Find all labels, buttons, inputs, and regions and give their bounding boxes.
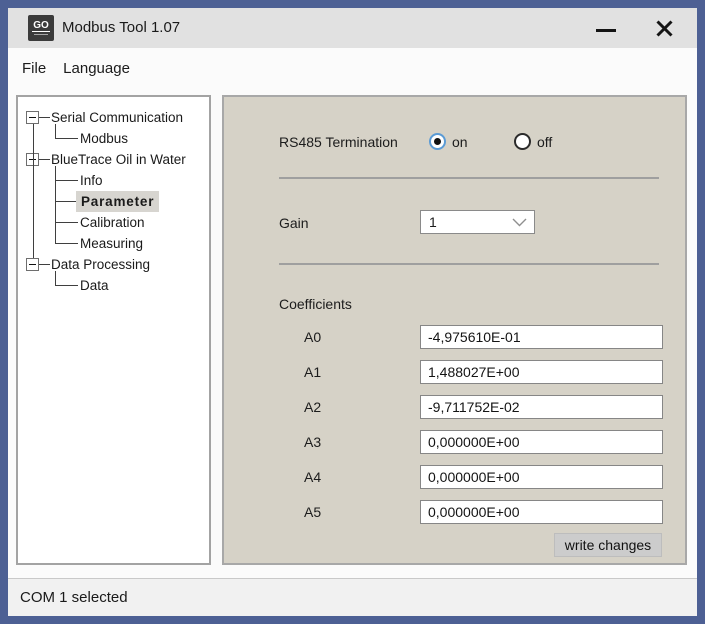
coef-input-a3[interactable] — [420, 430, 663, 454]
tree-item-data-processing[interactable]: Data Processing — [51, 254, 150, 275]
tree-connector-line — [55, 180, 78, 181]
close-icon — [655, 19, 673, 37]
menubar: File Language — [8, 48, 697, 88]
close-button[interactable] — [642, 8, 686, 48]
tree-item-serial-communication[interactable]: Serial Communication — [51, 107, 183, 128]
tree: Serial Communication Modbus BlueTrace Oil … — [18, 97, 209, 563]
tree-item-bluetrace-oil-in-water[interactable]: BlueTrace Oil in Water — [51, 149, 186, 170]
minus-icon — [29, 264, 36, 265]
tree-expander-data-processing[interactable] — [26, 258, 39, 271]
app-logo-icon: GO — [28, 15, 54, 41]
minimize-icon — [596, 28, 616, 32]
minus-icon — [29, 117, 36, 118]
navigation-tree-panel: Serial Communication Modbus BlueTrace Oil … — [16, 95, 211, 565]
tree-connector-line — [55, 271, 56, 285]
tree-connector-line — [55, 222, 78, 223]
coef-input-a5[interactable] — [420, 500, 663, 524]
coef-label-a4: A4 — [304, 469, 322, 485]
coef-input-a4[interactable] — [420, 465, 663, 489]
coef-input-a1[interactable] — [420, 360, 663, 384]
write-changes-button[interactable]: write changes — [554, 533, 662, 557]
menu-file[interactable]: File — [20, 58, 48, 79]
coef-label-a3: A3 — [304, 434, 322, 450]
tree-item-data[interactable]: Data — [80, 275, 109, 296]
tree-item-calibration[interactable]: Calibration — [80, 212, 145, 233]
tree-connector-line — [39, 159, 50, 160]
app-window: GO Modbus Tool 1.07 File Language Serial… — [0, 0, 705, 624]
tree-item-modbus[interactable]: Modbus — [80, 128, 128, 149]
coef-label-a2: A2 — [304, 399, 322, 415]
tree-item-measuring[interactable]: Measuring — [80, 233, 143, 254]
parameter-panel: RS485 Termination on off Gain 1 Coeffici… — [222, 95, 687, 565]
coefficients-list: A0 A1 A2 A3 A4 A5 — [224, 97, 685, 563]
tree-item-parameter[interactable]: Parameter — [76, 191, 160, 212]
coef-label-a5: A5 — [304, 504, 322, 520]
app-logo-text: GO — [32, 19, 50, 33]
tree-connector-line — [55, 285, 78, 286]
status-bar: COM 1 selected — [8, 578, 697, 616]
tree-connector-line — [55, 166, 56, 243]
tree-connector-line — [55, 201, 78, 202]
tree-item-info[interactable]: Info — [80, 170, 103, 191]
coef-input-a0[interactable] — [420, 325, 663, 349]
coef-label-a1: A1 — [304, 364, 322, 380]
tree-connector-line — [39, 117, 50, 118]
tree-expander-serial-communication[interactable] — [26, 111, 39, 124]
tree-connector-line — [55, 138, 78, 139]
titlebar: GO Modbus Tool 1.07 — [8, 8, 697, 48]
tree-connector-line — [39, 264, 50, 265]
window-title: Modbus Tool 1.07 — [62, 19, 181, 36]
coef-label-a0: A0 — [304, 329, 322, 345]
app-logo-underline — [34, 34, 48, 36]
tree-connector-line — [55, 124, 56, 138]
tree-connector-line — [33, 124, 34, 258]
minimize-button[interactable] — [588, 8, 624, 48]
coef-input-a2[interactable] — [420, 395, 663, 419]
menu-language[interactable]: Language — [61, 58, 132, 79]
tree-connector-line — [55, 243, 78, 244]
status-text: COM 1 selected — [20, 589, 128, 606]
